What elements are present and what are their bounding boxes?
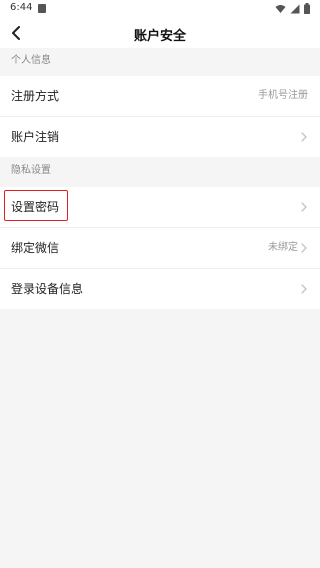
section-header-privacy: 隐私设置 [0, 158, 320, 184]
status-icons [275, 3, 310, 14]
chevron-right-icon [301, 243, 307, 253]
status-time: 6:44 [10, 2, 33, 13]
cancel-account-row[interactable]: 账户注销 [0, 117, 320, 157]
register-method-label: 注册方式 [11, 89, 60, 103]
bind-wechat-row[interactable]: 绑定微信 未绑定 [0, 228, 320, 268]
login-devices-label: 登录设备信息 [11, 282, 84, 296]
notification-icon [38, 4, 46, 13]
register-method-value: 手机号注册 [258, 90, 308, 101]
cancel-account-label: 账户注销 [11, 130, 60, 144]
register-method-row[interactable]: 注册方式 手机号注册 [0, 76, 320, 116]
highlight-annotation-box [4, 190, 68, 221]
section-header-personal: 个人信息 [0, 48, 320, 74]
signal-icon [290, 4, 300, 13]
chevron-right-icon [301, 202, 307, 212]
app-header: 账户安全 [0, 18, 320, 48]
page-title: 账户安全 [133, 29, 186, 44]
wifi-icon [275, 4, 286, 13]
chevron-right-icon [301, 284, 307, 294]
login-devices-row[interactable]: 登录设备信息 [0, 269, 320, 309]
status-bar: 6:44 [0, 0, 320, 18]
chevron-right-icon [301, 132, 307, 142]
bind-wechat-label: 绑定微信 [11, 241, 60, 255]
bind-wechat-value: 未绑定 [268, 242, 298, 253]
battery-icon [304, 3, 310, 14]
